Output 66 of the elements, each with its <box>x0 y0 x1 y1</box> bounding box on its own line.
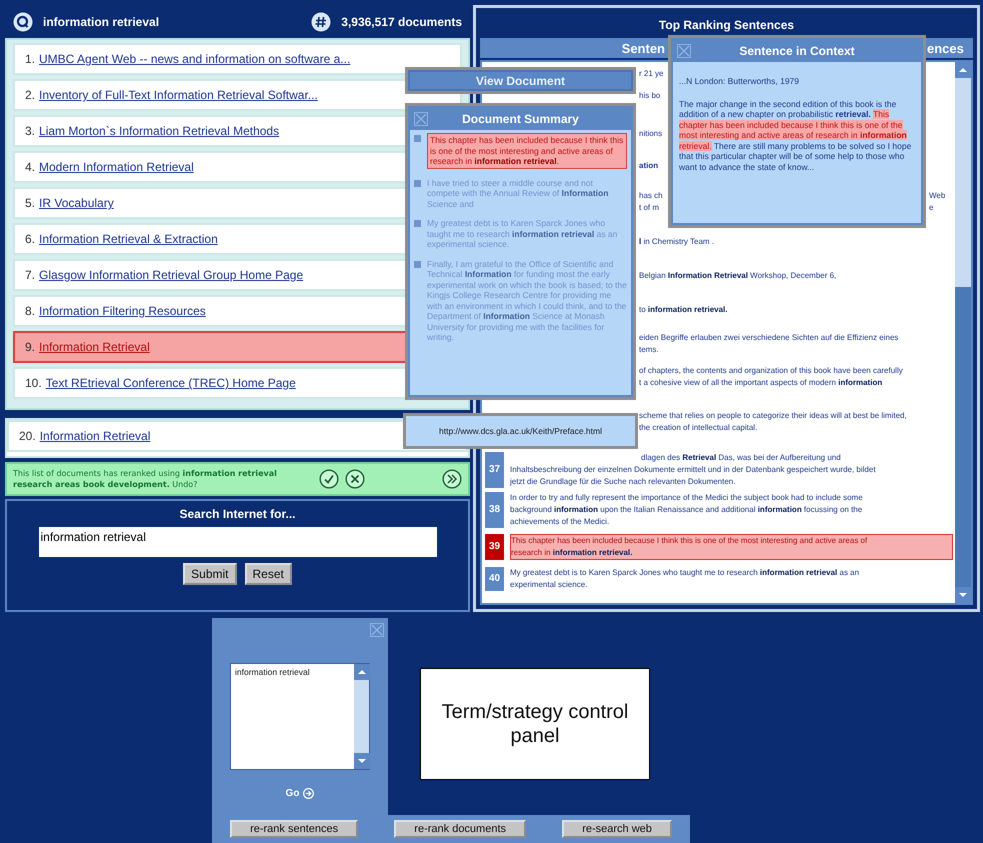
result-number: 8. <box>25 304 36 318</box>
result-link[interactable]: Inventory of Full-Text Information Retrieval Softwar... <box>39 88 318 102</box>
sentence-number[interactable]: 40 <box>485 567 504 591</box>
result-link[interactable]: Information Retrieval <box>40 429 150 443</box>
rerank-button[interactable]: re-search web <box>562 820 672 838</box>
result-number: 3. <box>25 124 36 138</box>
form-button[interactable]: Submit <box>183 563 236 585</box>
summary-sentence[interactable]: This chapter has been included because I think this is one of the most interesting and active areas of research in information retrieval. <box>427 133 627 168</box>
result-number: 6. <box>25 232 36 246</box>
window-title: Document Summary <box>461 112 580 126</box>
result-link[interactable]: Modern Information Retrieval <box>39 160 194 174</box>
result-link[interactable]: Information Filtering Resources <box>39 304 206 318</box>
result-link[interactable]: UMBC Agent Web -- news and information on software a... <box>39 52 350 66</box>
result-link[interactable]: Text REtrieval Conference (TREC) Home Page <box>46 376 296 390</box>
search-field[interactable]: information retrieval <box>38 527 436 557</box>
bullet-icon <box>414 135 421 142</box>
bullet-icon <box>414 180 421 186</box>
result-link[interactable]: Glasgow Information Retrieval Group Home Page <box>39 268 304 282</box>
result-number: 5. <box>25 196 36 210</box>
search-title: Search Internet for... <box>179 507 296 521</box>
term-option[interactable]: information retrieval <box>235 667 350 678</box>
result-number: 2. <box>25 88 36 102</box>
query-text: information retrieval <box>43 14 160 28</box>
bullet-icon <box>414 220 421 227</box>
result-link[interactable]: Information Retrieval & Extraction <box>39 232 218 246</box>
document-count: 3,936,517 documents <box>341 14 462 28</box>
sentence-text: Web e <box>929 190 946 214</box>
column-header: ences <box>927 40 965 56</box>
rerank-button[interactable]: re-rank documents <box>394 820 526 838</box>
sentence-number[interactable]: 39 <box>485 534 504 560</box>
annotation-label: Term/strategy control panel <box>420 668 650 780</box>
result-link[interactable]: Liam Morton`s Information Retrieval Methods <box>39 124 280 138</box>
column-header: Senten <box>620 40 665 56</box>
go-button[interactable]: Go <box>286 788 314 799</box>
result-row[interactable]: 2. Inventory of Full-Text Information Retrieval Softwar... <box>13 79 462 111</box>
form-button[interactable]: Reset <box>244 563 292 585</box>
result-number: 1. <box>25 52 36 66</box>
notice-text: This list of documents has reranked using information retrieval research areas book development. Undo? <box>13 468 278 490</box>
rerank-button[interactable]: re-rank sentences <box>230 820 358 838</box>
context-source: ...N London: Butterworths, 1979 <box>679 76 800 86</box>
sentence-text[interactable]: In order to try and fully represent the importance of the Medici the subject book had to include some background information upon the Italian Renaissance and additional information focussing on the achievements of the Medici. <box>510 492 863 528</box>
result-number: 4. <box>25 160 36 174</box>
sentence-number[interactable]: 37 <box>485 452 504 488</box>
result-link[interactable]: Information Retrieval <box>39 340 150 354</box>
sentence-text[interactable]: This chapter has been included because I think this is one of the most interesting and active areas of research in information retrieval. <box>510 534 953 560</box>
double-chevron-icon[interactable] <box>442 469 462 489</box>
result-row[interactable]: 1. UMBC Agent Web -- news and information on software a... <box>13 43 462 75</box>
panel-title: Top Ranking Sentences <box>658 18 794 32</box>
context-paragraph: The major change in the second edition of this book is the addition of a new chapter on probabilistic retrieval. This chapter has been included because I think this is one of the most interesting and active areas of research in information retrieval. There are still many problems to be solved so I hope that this particular chapter will be of some help to those who want to advance the state of know... <box>679 98 912 172</box>
hash-icon <box>311 12 332 32</box>
result-number: 10. <box>25 376 42 390</box>
sentence-text[interactable]: My greatest debt is to Karen Sparck Jones who taught me to research information retrieval as an experimental science. <box>510 567 860 591</box>
bullet-icon <box>414 260 421 268</box>
sentence-text[interactable]: dlagen des Retrieval Das, was bei der Aufbereitung und Inhaltsbeschreibung der einzelnen Dokumente ermittelt und in der Datenbank gespeichert wurde, bildet jetzt die Grundlage für die Suche nach relevanten Dokumenten. <box>510 452 876 488</box>
close-icon[interactable] <box>345 469 365 489</box>
window-title: Sentence in Context <box>738 44 856 58</box>
result-link[interactable]: IR Vocabulary <box>39 196 114 210</box>
check-icon[interactable] <box>319 469 339 489</box>
result-number: 7. <box>25 268 36 282</box>
sentence-number[interactable]: 38 <box>485 492 504 528</box>
arrow-icon <box>303 788 314 799</box>
sentence-text[interactable]: his bo <box>482 90 660 102</box>
search-icon <box>13 12 33 32</box>
result-number: 9. <box>25 340 36 354</box>
term-listbox[interactable]: information retrieval <box>230 663 370 770</box>
result-number: 20. <box>19 429 36 443</box>
